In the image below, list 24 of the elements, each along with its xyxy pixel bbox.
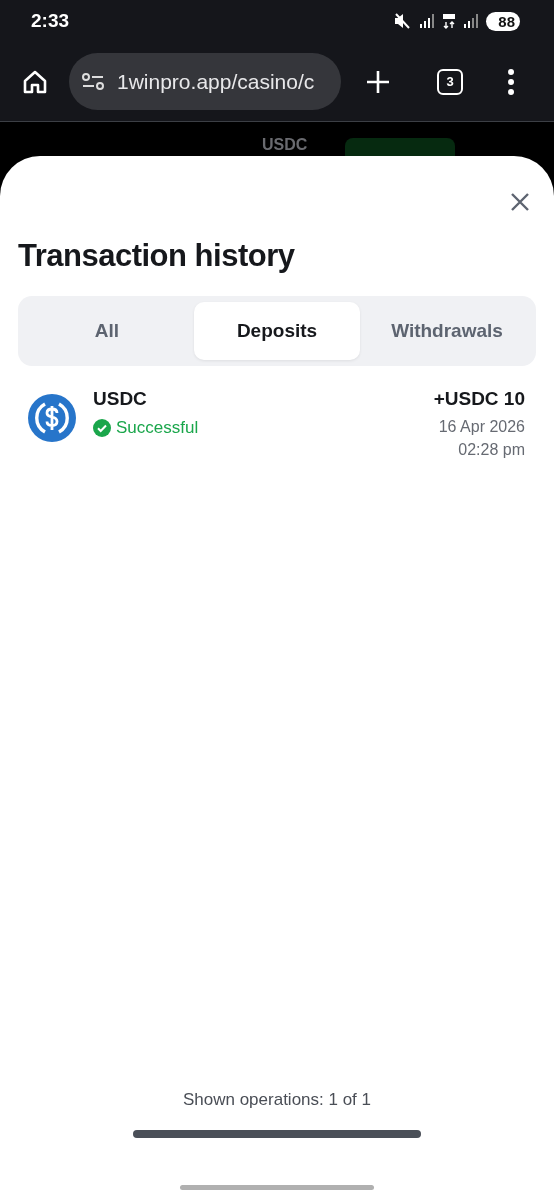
filter-tab[interactable]: Deposits [194,302,360,360]
amount: +USDC 10 [433,388,525,410]
currency-name: USDC [93,388,148,410]
status-text: Successful [116,418,199,438]
plus-icon[interactable] [365,68,391,95]
mute-icon [394,13,413,29]
operations-count: Shown operations: 1 of 1 [182,1090,372,1110]
sheet-title: Transaction history [18,238,296,274]
address-bar[interactable]: 1winpro.app/casino/c [69,53,341,110]
currency-selector: USDC [262,136,308,154]
coin-icon [28,394,76,442]
network-icon [442,13,457,29]
filter-tab[interactable]: All [24,302,190,360]
battery-indicator: 88 [486,11,520,31]
transaction-date: 16 Apr 2026 [438,418,525,436]
filter-tab[interactable]: Withdrawals [364,302,530,360]
tab-switcher-button[interactable]: 3 [437,68,463,95]
clock: 2:33 [31,10,70,32]
close-icon[interactable] [510,192,530,212]
site-settings-icon[interactable] [81,71,105,92]
signal-icon [419,14,436,28]
signal-icon [463,14,480,28]
transaction-time: 02:28 pm [458,441,525,459]
more-icon[interactable] [507,68,515,95]
